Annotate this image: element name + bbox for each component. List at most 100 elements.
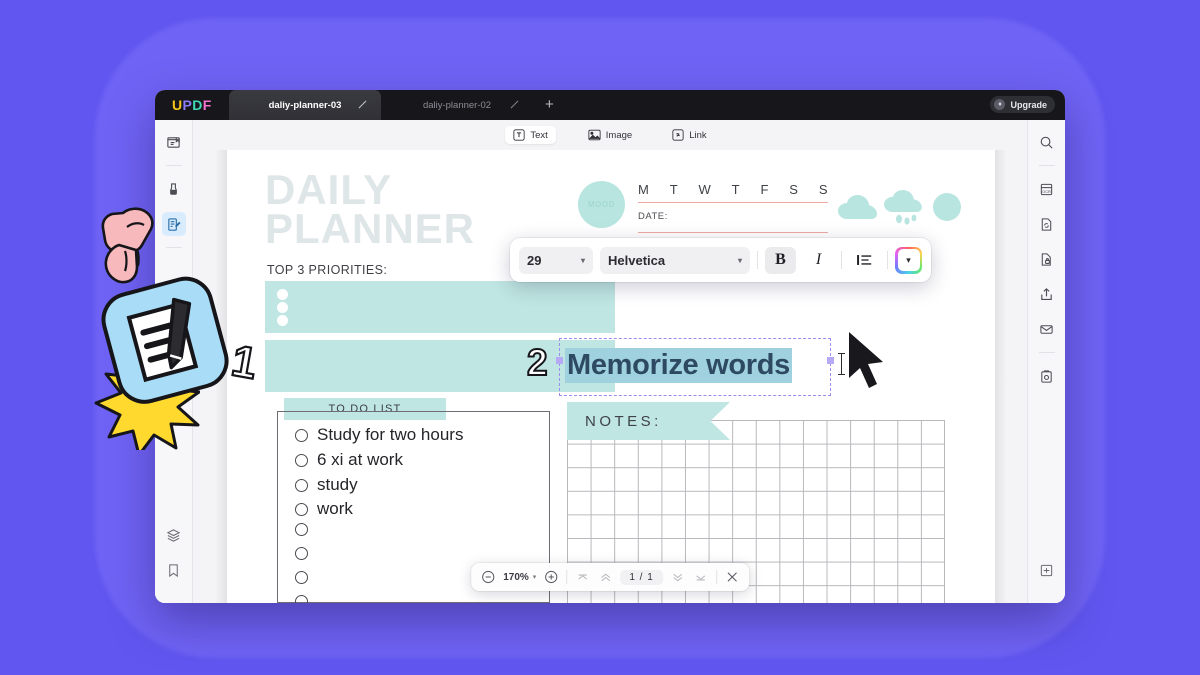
- font-size-value: 29: [527, 252, 542, 268]
- text-color-button[interactable]: ▾: [895, 246, 922, 274]
- tab-daily-planner-03[interactable]: daliy-planner-03: [229, 90, 381, 120]
- selected-text[interactable]: Memorize words: [565, 348, 793, 383]
- priorities-box[interactable]: [265, 281, 615, 333]
- cloud-icon: [837, 195, 879, 226]
- page-title: DAILY PLANNER: [265, 166, 475, 250]
- priority-bullet: [277, 302, 288, 313]
- checkbox-icon[interactable]: [295, 595, 308, 603]
- pencil-icon[interactable]: [510, 100, 519, 109]
- sidebar-divider: [165, 165, 182, 166]
- checkbox-icon[interactable]: [295, 502, 308, 516]
- bold-button[interactable]: B: [765, 246, 796, 274]
- week-day: T: [731, 182, 741, 197]
- zoom-toolbar: 170% ▾ 1 / 1: [471, 563, 749, 591]
- sidebar-item-reader[interactable]: [162, 130, 186, 154]
- selection-handle-left[interactable]: [556, 357, 563, 364]
- plus-circle-icon[interactable]: [543, 569, 559, 585]
- notes-banner: NOTES:: [567, 402, 730, 440]
- week-day: S: [818, 182, 828, 197]
- priorities-label: TOP 3 PRIORITIES:: [267, 263, 388, 277]
- selection-handle-right[interactable]: [827, 357, 834, 364]
- font-family-value: Helvetica: [608, 252, 666, 268]
- sidebar-item-bookmark[interactable]: [162, 558, 186, 582]
- first-page-icon[interactable]: [574, 569, 590, 585]
- step-number-two: 2: [526, 341, 549, 384]
- priority-bullet: [277, 315, 288, 326]
- sidebar-item-layers[interactable]: [162, 523, 186, 547]
- page-indicator[interactable]: 1 / 1: [620, 569, 663, 585]
- page-title-line1: DAILY: [265, 166, 393, 213]
- sidebar-item-batch[interactable]: [1035, 364, 1059, 388]
- toolbar-item-image[interactable]: Image: [580, 126, 640, 144]
- italic-button[interactable]: I: [803, 247, 834, 274]
- font-family-select[interactable]: Helvetica ▾: [600, 246, 750, 274]
- date-label: DATE:: [638, 211, 668, 222]
- list-item-label: 6 xi at work: [317, 450, 403, 469]
- list-item[interactable]: Study for two hours: [295, 425, 463, 445]
- zoom-level-label[interactable]: 170%: [503, 572, 529, 583]
- divider: [757, 251, 758, 269]
- list-item[interactable]: [295, 571, 317, 584]
- svg-text:OCR: OCR: [1042, 188, 1051, 193]
- sidebar-item-compress[interactable]: [1035, 558, 1059, 582]
- sidebar-divider: [1038, 352, 1055, 353]
- mouse-cursor-icon: [845, 330, 897, 393]
- tab-label: daliy-planner-02: [422, 99, 492, 111]
- list-item[interactable]: [295, 547, 317, 560]
- divider: [887, 251, 888, 269]
- logo-letter-f: F: [202, 97, 212, 113]
- font-size-select[interactable]: 29 ▾: [519, 246, 593, 274]
- chevron-down-icon: ▾: [897, 249, 920, 271]
- prev-page-icon[interactable]: [597, 569, 613, 585]
- checkbox-icon[interactable]: [295, 453, 308, 467]
- checkbox-icon[interactable]: [295, 478, 308, 492]
- priority-bullet: [277, 289, 288, 300]
- toolbar-label: Link: [689, 129, 707, 141]
- toolbar-label: Text: [530, 129, 548, 141]
- date-underline: [638, 232, 828, 233]
- chevron-down-icon[interactable]: ▾: [533, 573, 537, 581]
- minus-circle-icon[interactable]: [480, 569, 496, 585]
- logo-letter-p: P: [182, 97, 193, 113]
- list-item-label: Study for two hours: [317, 425, 464, 444]
- list-item[interactable]: [295, 523, 317, 536]
- mood-circle: MOOD: [578, 181, 625, 228]
- list-item[interactable]: study: [295, 475, 358, 495]
- sidebar-item-share[interactable]: [1035, 282, 1059, 306]
- rain-cloud-icon: [882, 190, 928, 231]
- next-page-icon[interactable]: [670, 569, 686, 585]
- updf-app-window: UPDF daliy-planner-03 daliy-planner-02 +…: [155, 90, 1065, 603]
- divider: [715, 570, 717, 584]
- pencil-icon[interactable]: [358, 100, 367, 109]
- checkbox-icon[interactable]: [295, 523, 308, 536]
- tab-daily-planner-02[interactable]: daliy-planner-02: [381, 90, 533, 120]
- sidebar-item-comment[interactable]: [162, 177, 186, 201]
- align-left-button[interactable]: [849, 247, 880, 274]
- logo-letter-d: D: [192, 97, 203, 113]
- edit-document-badge-icon: [92, 265, 240, 420]
- week-day: F: [760, 182, 769, 197]
- checkbox-icon[interactable]: [295, 571, 308, 584]
- list-item[interactable]: [295, 595, 317, 603]
- toolbar-item-link[interactable]: Link: [664, 126, 714, 144]
- checkbox-icon[interactable]: [295, 428, 308, 442]
- sidebar-item-convert[interactable]: [1035, 212, 1059, 236]
- close-icon[interactable]: [724, 569, 740, 585]
- sidebar-item-search[interactable]: [1035, 130, 1059, 154]
- list-item[interactable]: work: [295, 499, 353, 519]
- toolbar-item-text[interactable]: Text: [505, 126, 556, 144]
- sidebar-item-protect[interactable]: [1035, 247, 1059, 271]
- checkbox-icon[interactable]: [295, 547, 308, 560]
- page-total: 1: [647, 571, 654, 583]
- upgrade-button[interactable]: ♦ Upgrade: [990, 96, 1055, 113]
- sidebar-item-ocr[interactable]: OCR: [1035, 177, 1059, 201]
- divider: [566, 570, 568, 584]
- week-day: W: [698, 182, 712, 197]
- font-format-toolbar: 29 ▾ Helvetica ▾ B I ▾: [510, 238, 931, 282]
- last-page-icon[interactable]: [693, 569, 709, 585]
- list-item[interactable]: 6 xi at work: [295, 450, 403, 470]
- week-days: M T W T F S S: [638, 182, 828, 197]
- sidebar-item-email[interactable]: [1035, 317, 1059, 341]
- window-body: Text Image Link DAILY PLANNER MOOD M T W…: [155, 120, 1065, 603]
- new-tab-button[interactable]: +: [533, 96, 564, 115]
